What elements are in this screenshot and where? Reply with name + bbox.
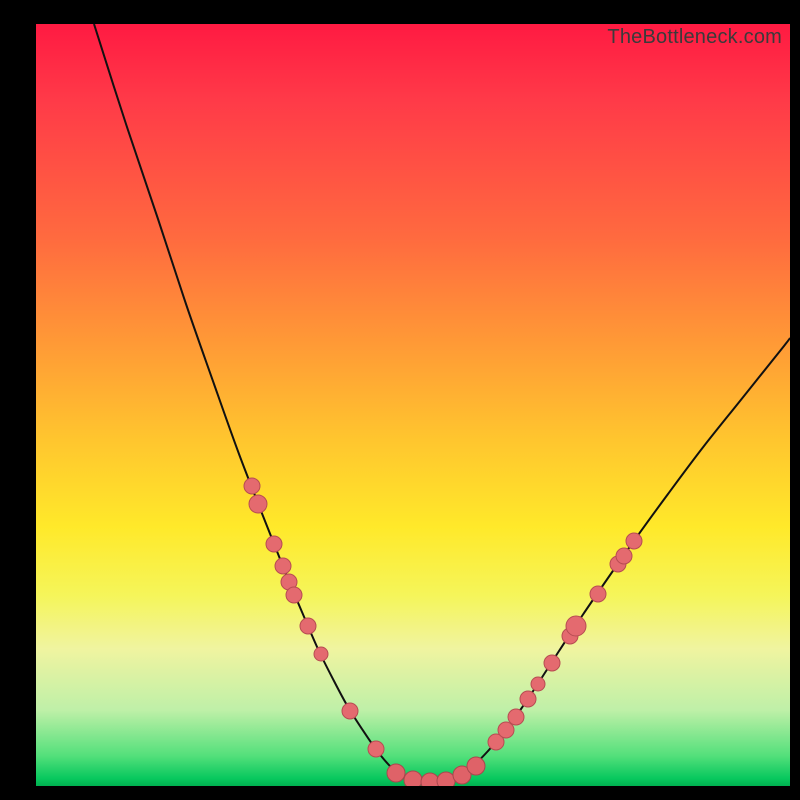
chart-bead xyxy=(531,677,545,691)
chart-bead xyxy=(266,536,282,552)
chart-bead xyxy=(286,587,302,603)
chart-bead xyxy=(544,655,560,671)
right-curve xyxy=(429,338,790,782)
chart-bead xyxy=(368,741,384,757)
chart-bead xyxy=(404,771,422,786)
chart-bead xyxy=(626,533,642,549)
chart-bead xyxy=(387,764,405,782)
chart-bead xyxy=(590,586,606,602)
chart-bead xyxy=(520,691,536,707)
chart-bead xyxy=(467,757,485,775)
chart-bead xyxy=(342,703,358,719)
chart-bead xyxy=(275,558,291,574)
chart-frame: TheBottleneck.com xyxy=(0,0,800,800)
chart-bead xyxy=(314,647,328,661)
chart-svg xyxy=(36,24,790,786)
left-curve xyxy=(94,24,429,782)
chart-bead xyxy=(421,773,439,786)
chart-bead xyxy=(508,709,524,725)
chart-bead xyxy=(616,548,632,564)
plot-area: TheBottleneck.com xyxy=(36,24,790,786)
chart-bead xyxy=(437,772,455,786)
chart-bead xyxy=(498,722,514,738)
chart-beads xyxy=(244,478,642,786)
chart-bead xyxy=(249,495,267,513)
chart-bead xyxy=(244,478,260,494)
chart-bead xyxy=(300,618,316,634)
chart-bead xyxy=(566,616,586,636)
